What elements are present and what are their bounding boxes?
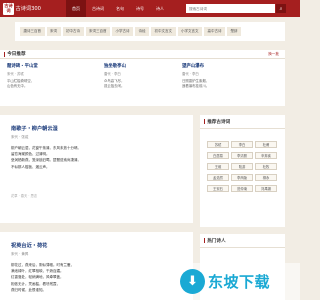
poet-tag[interactable]: 范仲淹 [231,185,253,192]
sidebar-title: 推荐古诗词 [200,115,285,129]
watermark-text: 东坡下载 [207,273,270,291]
poet-tags: 苏轼 李白 杜甫 白居易 李清照 辛弃疾 王维 陆游 杜牧 孟浩然 李商隐 柳永… [207,141,279,192]
search-icon: ⌕ [279,5,283,12]
category-bar: 唐诗三百首 宋词 初中古诗 宋词三百首 小学古诗 诗经 初中文言文 小学文言文 … [15,22,285,41]
poet-tag[interactable]: 王安石 [207,185,229,192]
category-tag[interactable]: 初中古诗 [62,27,84,36]
category-tag[interactable]: 诗经 [135,27,149,36]
download-logo-icon: ⬇ [179,269,205,294]
poem-card[interactable]: 题诗碑・平山堂 宋代 · 苏轼 平山栏槛倚晴空， 山色有无中。 [7,63,77,89]
sidebar-title: 热门诗人 [200,234,285,248]
post-body: 柳户朝云湿，花窗午篆清。东风未放十分晴。 留恋海棠颜色、过清明。 垒润栖新燕，笼… [11,146,81,169]
watermark: ⬇ 东坡下载 [150,263,300,300]
search-button[interactable]: ⌕ [276,4,286,13]
post-meta: 宋代 · 黄昇 [11,252,29,256]
nav-titles[interactable]: 诗号 [130,0,150,17]
refresh-link[interactable]: 换一批 [268,52,279,57]
nav-home[interactable]: 首页 [66,0,86,17]
nav-poets[interactable]: 诗人 [150,0,170,17]
category-tag[interactable]: 高中古诗 [204,27,225,36]
poem-card[interactable]: 独坐敬亭山 唐代 · 李白 众鸟高飞尽， 孤云独去闲。 [104,63,174,89]
post-footer: 花草 · 春天 · 思念 [11,194,38,198]
top-header: 古诗词 古诗词300 首页 古诗词 名句 诗号 诗人 ⌕ [0,0,300,17]
logo-seal: 古诗词 [3,2,14,15]
poet-tag[interactable]: 杜牧 [255,163,277,170]
poet-tag[interactable]: 王维 [207,163,229,170]
post-title[interactable]: 南歌子・柳户朝云湿 [11,125,58,132]
category-tag[interactable]: 楚辞 [227,27,241,36]
category-tag[interactable]: 小学文言文 [177,27,202,36]
nav-poems[interactable]: 古诗词 [86,0,110,17]
search-input[interactable] [186,4,275,13]
poet-tag[interactable]: 白居易 [207,152,229,159]
poet-tag[interactable]: 苏轼 [207,141,229,148]
category-tag[interactable]: 宋词三百首 [85,27,110,36]
poet-tag[interactable]: 辛弃疾 [255,152,277,159]
category-tag[interactable]: 宋词 [46,27,61,36]
poem-card[interactable]: 望庐山瀑布 唐代 · 李白 日照香炉生紫烟， 遥看瀑布挂前川。 [182,63,252,89]
today-recommend-box: 今日推荐 换一批 题诗碑・平山堂 宋代 · 苏轼 平山栏槛倚晴空， 山色有无中。 … [0,50,285,106]
logo-text: 古诗词300 [15,6,41,12]
poet-tag[interactable]: 李白 [231,141,253,148]
poet-tag[interactable]: 柳永 [255,174,277,181]
poet-tag[interactable]: 李商隐 [231,174,253,181]
category-tag[interactable]: 小学古诗 [112,27,133,36]
main-nav: 首页 古诗词 名句 诗号 诗人 [66,0,170,17]
post-meta: 宋代 · 张镃 [11,135,29,139]
poet-tag[interactable]: 李清照 [231,152,253,159]
post-title[interactable]: 祝英台近・荷花 [11,242,47,249]
post-body: 柳花过，燕来后，阴似薄帷。时有兰雁， 满池绿叶，红翠相映，千娇百媚。 红香落处，… [11,263,74,292]
poet-tag[interactable]: 陆游 [231,163,253,170]
poet-tag[interactable]: 刘禹锡 [255,185,277,192]
category-tag[interactable]: 唐诗三百首 [20,27,45,36]
poet-tag[interactable]: 孟浩然 [207,174,229,181]
nav-quotes[interactable]: 名句 [110,0,130,17]
category-tag[interactable]: 初中文言文 [151,27,176,36]
site-logo[interactable]: 古诗词 古诗词300 [3,2,41,15]
poet-tag[interactable]: 杜甫 [255,141,277,148]
poem-post: 南歌子・柳户朝云湿 宋代 · 张镃 柳户朝云湿，花窗午篆清。东风未放十分晴。 留… [0,115,193,223]
section-title: 今日推荐 换一批 [0,50,285,59]
